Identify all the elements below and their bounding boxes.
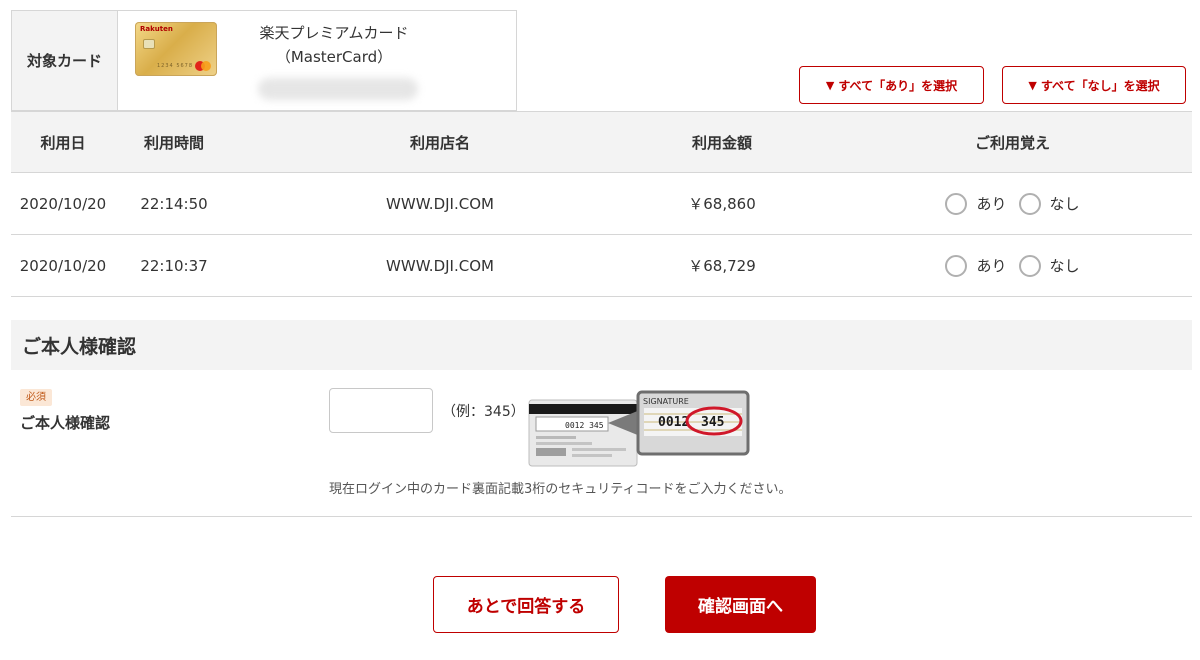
illus-digits-b: 345 <box>701 415 724 430</box>
identity-section-title: ご本人様確認 <box>11 320 1192 370</box>
section-divider <box>11 516 1192 517</box>
card-image: Rakuten 1234 5678 <box>135 22 217 76</box>
radio-yes[interactable]: あり <box>945 254 1007 277</box>
radio-circle-icon[interactable] <box>1018 192 1041 215</box>
header-date: 利用日 <box>40 133 86 152</box>
row-date: 2020/10/20 <box>19 194 107 213</box>
row-shop: WWW.DJI.COM <box>386 194 494 213</box>
row-amount: ￥68,729 <box>688 257 756 275</box>
triangle-down-icon: ▼ <box>825 78 835 92</box>
transactions-table: 利用日 利用時間 利用店名 利用金額 ご利用覚え 2020/10/20 22:1… <box>11 111 1192 297</box>
select-all-yes-label: すべて「あり」を選択 <box>838 78 958 93</box>
illus-small-digits: 0012 345 <box>565 421 604 430</box>
identity-field-label: ご本人様確認 <box>20 414 111 432</box>
card-brand-logo: Rakuten <box>140 25 173 33</box>
card-info: Rakuten 1234 5678 楽天プレミアムカード （MasterCard… <box>118 11 516 110</box>
radio-no-label: なし <box>1049 195 1080 213</box>
card-thumb-number: 1234 5678 <box>157 63 194 69</box>
security-code-hint: 現在ログイン中のカード裏面記載3桁のセキュリティコードをご入力ください。 <box>329 482 792 497</box>
card-back-illustration: 0012 345 SIGNATURE 0012 345 <box>528 390 750 467</box>
radio-circle-icon[interactable] <box>945 254 968 277</box>
table-row: 2020/10/20 22:10:37 WWW.DJI.COM ￥68,729 … <box>11 235 1192 297</box>
security-code-example: （例：345） <box>442 404 525 420</box>
card-chip-icon <box>143 39 155 49</box>
row-date: 2020/10/20 <box>19 256 107 275</box>
card-name-line2: （MasterCard） <box>275 48 393 66</box>
header-amount: 利用金額 <box>691 133 752 152</box>
header-recognize: ご利用覚え <box>797 132 1192 153</box>
radio-yes[interactable]: あり <box>945 192 1007 215</box>
select-all-no-button[interactable]: ▼ すべて「なし」を選択 <box>1002 66 1186 104</box>
card-holder-blurred <box>258 78 418 100</box>
radio-no[interactable]: なし <box>1018 254 1080 277</box>
radio-circle-icon[interactable] <box>945 192 968 215</box>
go-to-confirm-button[interactable]: 確認画面へ <box>665 576 816 633</box>
illus-digits-a: 0012 <box>658 415 689 430</box>
select-all-no-label: すべて「なし」を選択 <box>1040 78 1160 93</box>
select-all-yes-button[interactable]: ▼ すべて「あり」を選択 <box>799 66 984 104</box>
row-time: 22:14:50 <box>140 194 208 213</box>
mastercard-logo-icon <box>195 61 211 71</box>
triangle-down-icon: ▼ <box>1028 78 1037 92</box>
target-card-label: 対象カード <box>12 11 118 110</box>
header-recognize-label: ご利用覚え <box>974 133 1050 152</box>
table-header: 利用日 利用時間 利用店名 利用金額 ご利用覚え <box>11 111 1192 173</box>
radio-circle-icon[interactable] <box>1018 254 1041 277</box>
target-card-box: 対象カード Rakuten 1234 5678 楽天プレミアムカード （Mast… <box>11 10 517 111</box>
illus-signature-label: SIGNATURE <box>643 397 689 406</box>
row-shop: WWW.DJI.COM <box>386 256 494 275</box>
row-recognize: あり なし <box>797 192 1192 215</box>
header-shop: 利用店名 <box>409 133 470 152</box>
radio-no-label: なし <box>1049 257 1080 275</box>
header-time: 利用時間 <box>143 133 204 152</box>
radio-yes-label: あり <box>976 195 1007 213</box>
table-row: 2020/10/20 22:14:50 WWW.DJI.COM ￥68,860 … <box>11 173 1192 235</box>
security-code-input[interactable] <box>329 388 433 433</box>
row-amount: ￥68,860 <box>688 195 756 213</box>
radio-yes-label: あり <box>976 257 1007 275</box>
card-name-line1: 楽天プレミアムカード <box>259 24 409 42</box>
answer-later-button[interactable]: あとで回答する <box>433 576 619 633</box>
required-badge: 必須 <box>20 389 52 406</box>
row-recognize: あり なし <box>797 254 1192 277</box>
row-time: 22:10:37 <box>140 256 208 275</box>
card-name: 楽天プレミアムカード （MasterCard） <box>234 21 434 69</box>
radio-no[interactable]: なし <box>1018 192 1080 215</box>
